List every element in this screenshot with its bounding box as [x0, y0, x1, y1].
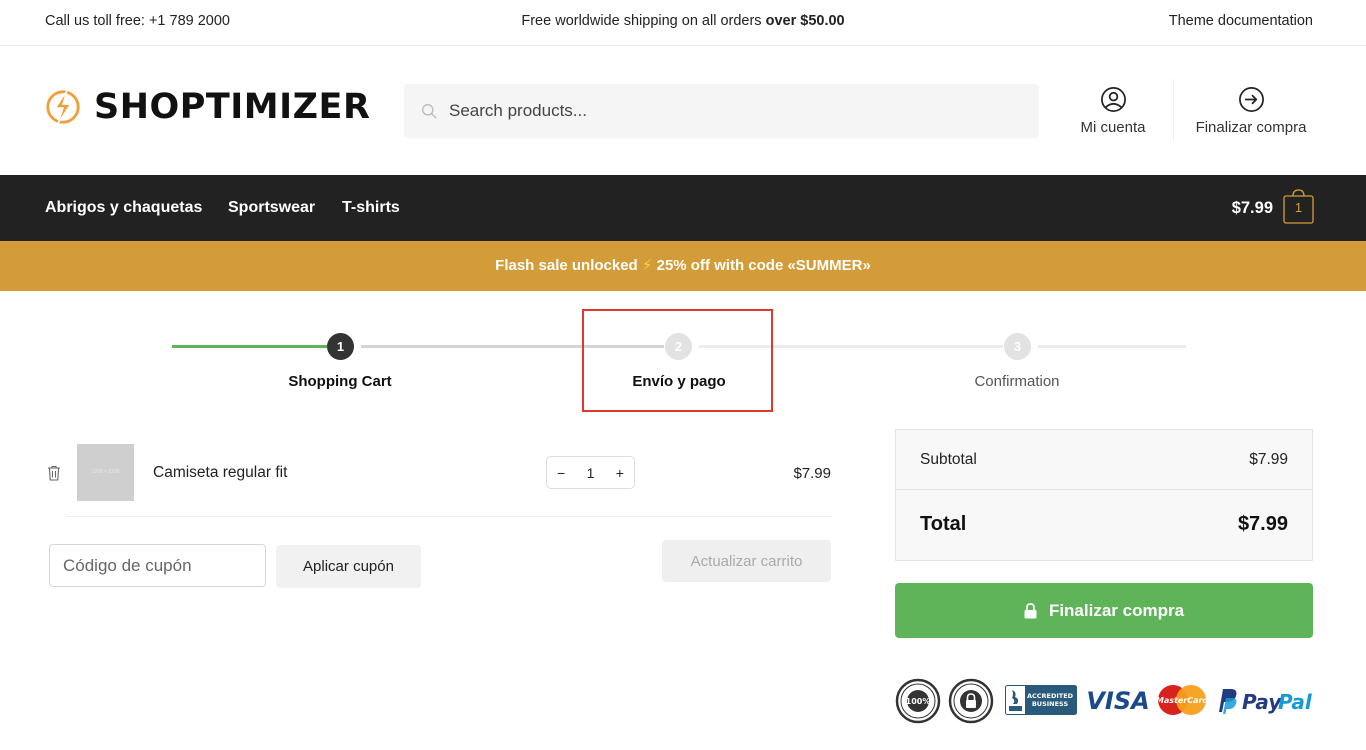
- quantity-stepper[interactable]: − 1 +: [546, 456, 635, 489]
- header-divider: [1173, 79, 1174, 141]
- svg-text:100%: 100%: [906, 697, 931, 706]
- svg-text:Pal: Pal: [1278, 690, 1313, 714]
- checkout-link[interactable]: Finalizar compra: [1190, 86, 1312, 136]
- visa-logo-icon: VISA: [1087, 687, 1149, 714]
- search-input[interactable]: [449, 101, 1009, 121]
- step-3-label[interactable]: Confirmation: [917, 373, 1117, 390]
- step-highlight-box: [582, 309, 773, 412]
- mastercard-logo-icon: MasterCard: [1157, 685, 1207, 715]
- line-price: $7.99: [793, 465, 831, 482]
- shipping-notice: Free worldwide shipping on all orders ov…: [521, 13, 845, 29]
- nav-item-tshirts[interactable]: T-shirts: [342, 199, 400, 217]
- svg-text:MasterCard: MasterCard: [1157, 696, 1207, 705]
- bbb-accredited-badge-icon: ACCREDITED BUSINESS: [1005, 685, 1077, 715]
- top-bar: Call us toll free: +1 789 2000 Free worl…: [0, 0, 1366, 46]
- trust-badges: 100% ACCREDITED BUSINESS VISA MasterCard…: [895, 678, 1315, 724]
- apply-coupon-button[interactable]: Aplicar cupón: [276, 545, 421, 588]
- subtotal-label: Subtotal: [920, 451, 977, 468]
- search-bar[interactable]: [404, 84, 1039, 138]
- flash-sale-banner: Flash sale unlocked ⚡ 25% off with code …: [0, 241, 1366, 291]
- cart-count-badge: 1: [1294, 200, 1303, 215]
- theme-documentation-link[interactable]: Theme documentation: [1169, 13, 1313, 29]
- logo[interactable]: SHOPTIMIZER: [44, 88, 370, 126]
- my-account-link[interactable]: Mi cuenta: [1075, 86, 1151, 136]
- update-cart-button[interactable]: Actualizar carrito: [662, 540, 831, 582]
- proceed-to-checkout-button[interactable]: Finalizar compra: [895, 583, 1313, 638]
- step-3-circle[interactable]: 3: [1004, 333, 1031, 360]
- coupon-code-input[interactable]: [49, 544, 266, 587]
- search-icon: [422, 103, 437, 119]
- progress-line: [1038, 345, 1186, 348]
- qty-value[interactable]: 1: [587, 465, 595, 481]
- svg-text:VISA: VISA: [1087, 687, 1149, 714]
- total-value: $7.99: [1237, 513, 1288, 535]
- step-1-label[interactable]: Shopping Cart: [240, 373, 440, 390]
- lock-icon: [1024, 602, 1037, 618]
- secure-ordering-badge-icon: [948, 678, 994, 724]
- divider: [896, 489, 1312, 490]
- progress-line-complete: [172, 345, 327, 348]
- cart-totals: Subtotal $7.99 Total $7.99: [895, 429, 1313, 561]
- cart-total[interactable]: $7.99: [1232, 199, 1273, 218]
- lightning-icon: ⚡: [641, 257, 653, 274]
- qty-increase-button[interactable]: +: [616, 465, 624, 481]
- qty-decrease-button[interactable]: −: [557, 465, 565, 481]
- satisfaction-guaranteed-badge-icon: 100%: [895, 678, 941, 724]
- svg-text:ACCREDITED: ACCREDITED: [1027, 692, 1074, 700]
- arrow-right-circle-icon: [1238, 87, 1264, 112]
- lightning-logo-icon: [46, 90, 80, 124]
- svg-text:Pay: Pay: [1242, 690, 1282, 714]
- nav-item-abrigos[interactable]: Abrigos y chaquetas: [45, 199, 202, 217]
- main-navigation: Abrigos y chaquetas Sportswear T-shirts …: [0, 175, 1366, 241]
- paypal-logo-icon: Pay Pal: [1219, 689, 1313, 714]
- step-1-circle[interactable]: 1: [327, 333, 354, 360]
- nav-item-sportswear[interactable]: Sportswear: [228, 199, 315, 217]
- site-header: SHOPTIMIZER Mi cuenta Finalizar compra: [0, 46, 1366, 175]
- total-label: Total: [920, 513, 967, 535]
- svg-text:BUSINESS: BUSINESS: [1032, 700, 1069, 708]
- product-name-link[interactable]: Camiseta regular fit: [153, 464, 287, 482]
- subtotal-value: $7.99: [1249, 451, 1288, 468]
- user-icon: [1100, 87, 1126, 112]
- product-thumbnail[interactable]: 1200 × 1200: [77, 444, 134, 501]
- trash-icon[interactable]: [47, 465, 61, 481]
- divider: [66, 516, 832, 517]
